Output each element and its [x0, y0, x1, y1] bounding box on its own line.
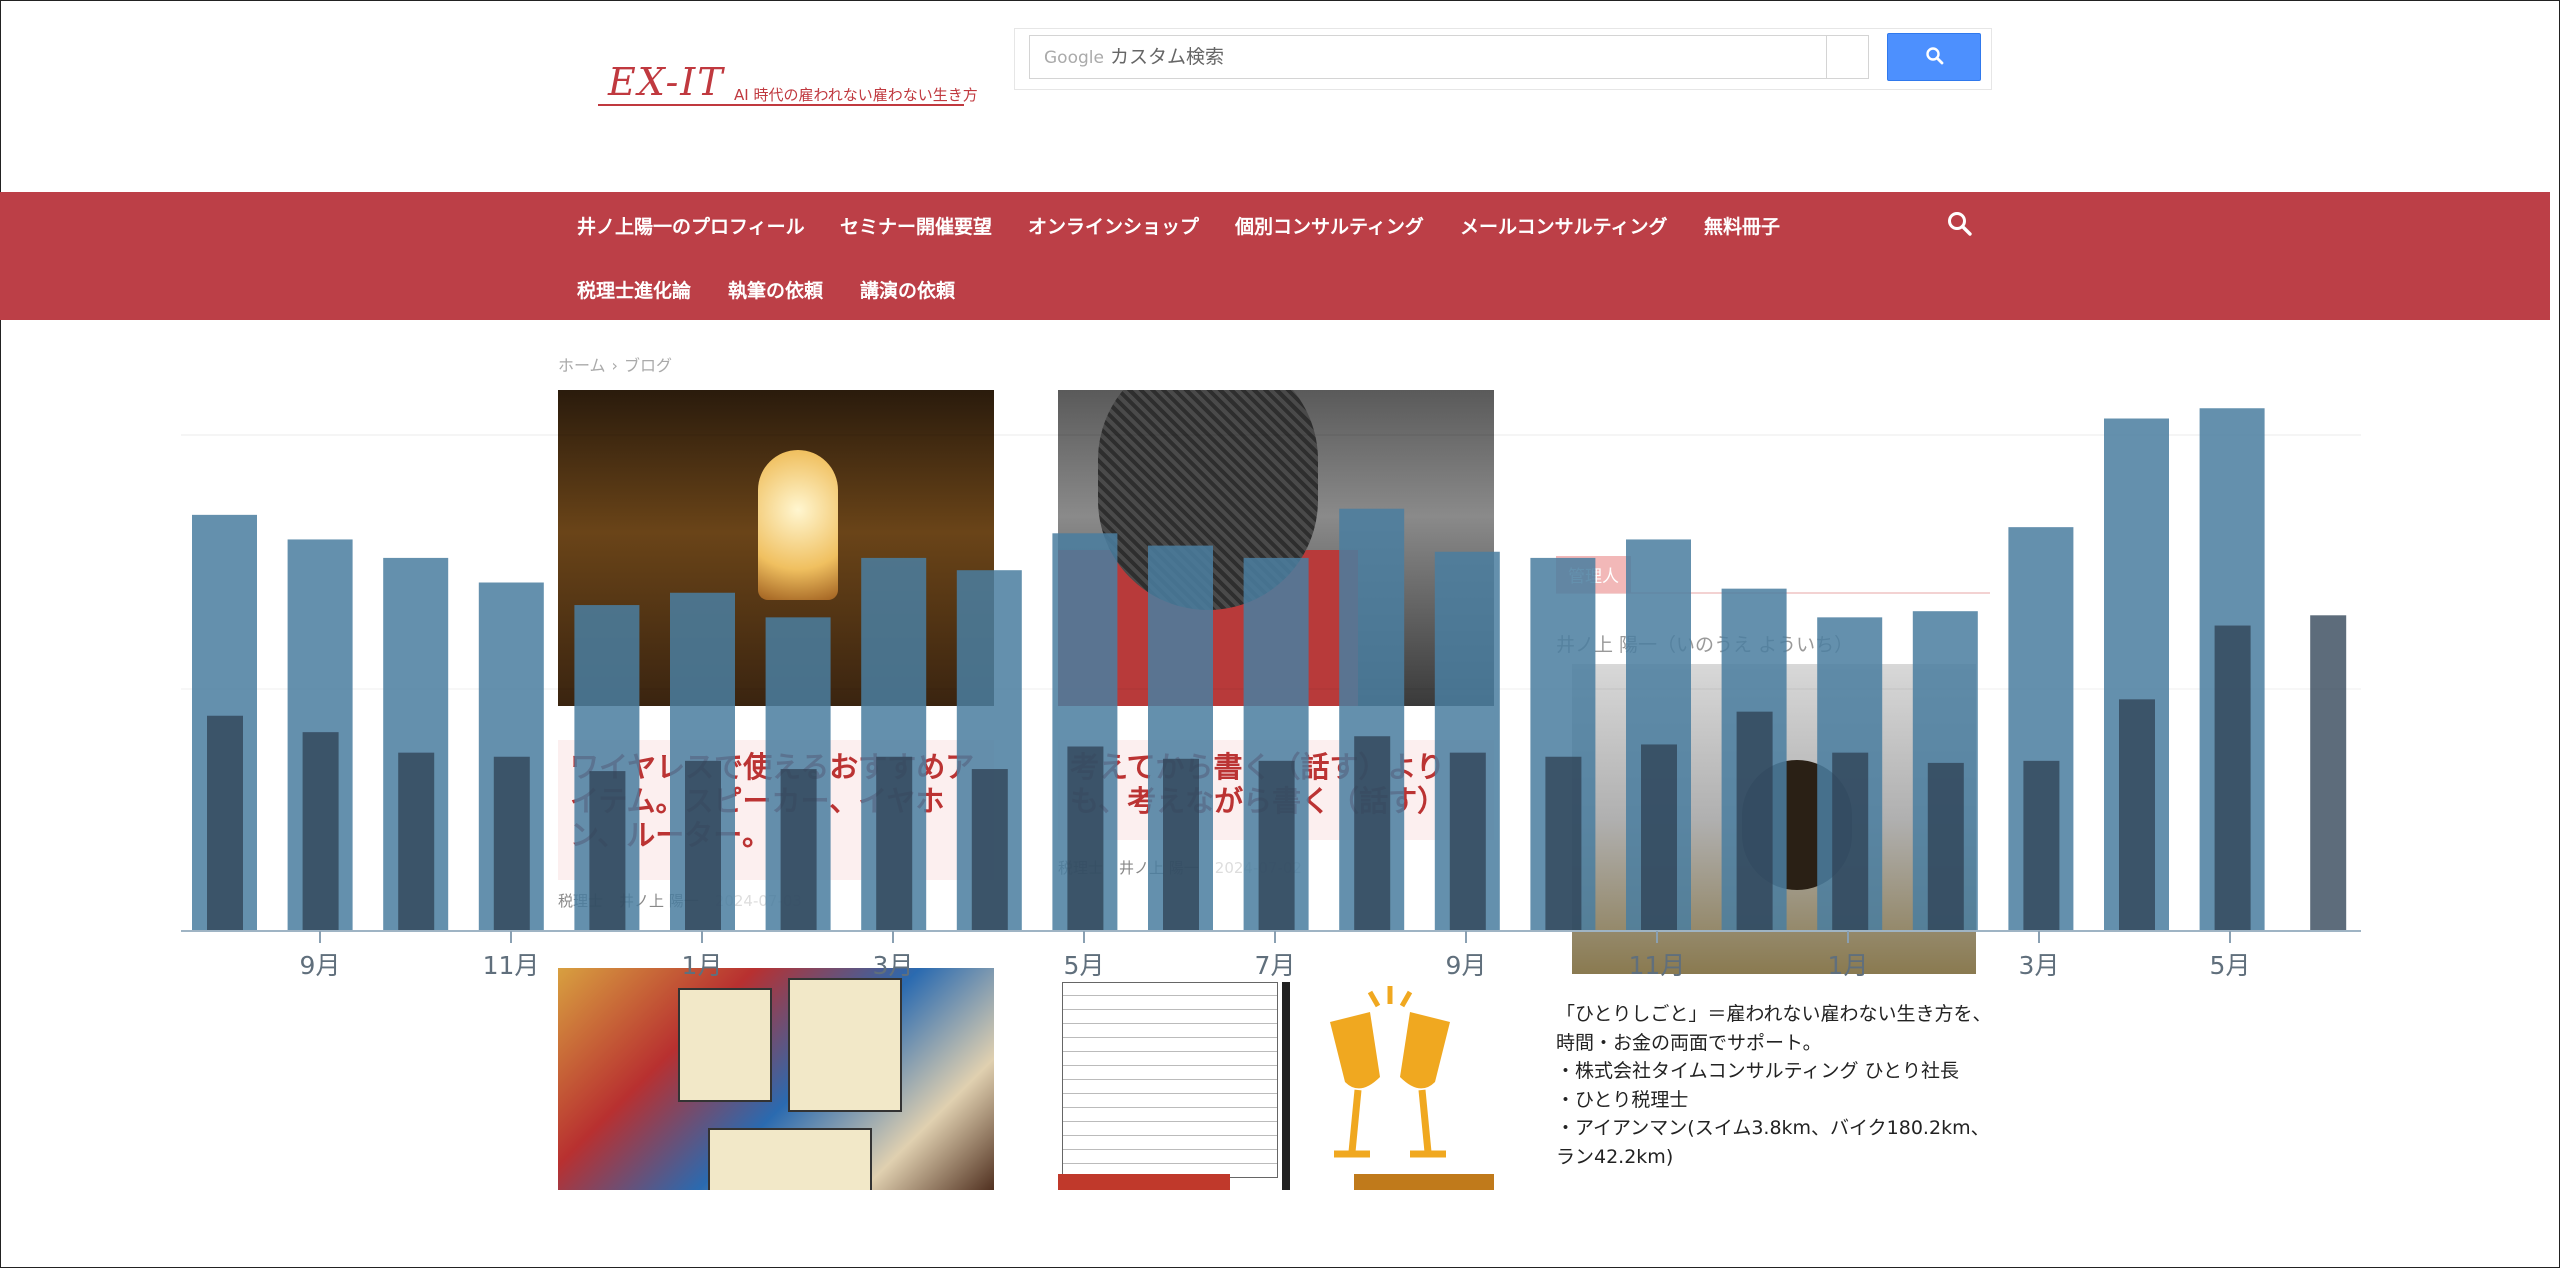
book-cover — [788, 978, 902, 1112]
thumbnail-bar — [1354, 1174, 1494, 1190]
breadcrumb: ホーム › ブログ — [558, 352, 678, 376]
bio-line: 時間・お金の両面でサポート。 — [1556, 1031, 1822, 1054]
bio-line: ・アイアンマン(スイム3.8km、バイク180.2km、 — [1556, 1117, 1990, 1139]
bio-line: ・株式会社タイムコンサルティング ひとり社長 — [1556, 1060, 1959, 1082]
sidebar-heading-label: 管理人 — [1556, 556, 1631, 593]
breadcrumb-current: ブログ — [623, 356, 672, 375]
main-nav: 井ノ上陽一のプロフィール セミナー開催要望 オンラインショップ 個別コンサルティ… — [0, 192, 2550, 320]
mic-shape — [1098, 390, 1318, 610]
nav-item-writing-request[interactable]: 執筆の依頼 — [728, 276, 823, 303]
site-logo[interactable]: EX-IT AI 時代の雇われない雇わない生き方 — [598, 60, 978, 112]
nav-item-profile[interactable]: 井ノ上陽一のプロフィール — [577, 212, 805, 239]
post-author[interactable]: 井ノ上 陽一 — [619, 892, 699, 910]
search-button[interactable] — [1887, 33, 1981, 81]
logo-title: EX-IT — [608, 60, 725, 104]
breadcrumb-home[interactable]: ホーム — [558, 356, 606, 375]
nav-item-mail-consulting[interactable]: メールコンサルティング — [1460, 212, 1667, 239]
post-thumbnail-microphone[interactable] — [1058, 390, 1494, 706]
nav-item-lecture-request[interactable]: 講演の依頼 — [860, 276, 955, 303]
champagne-glasses-icon — [1330, 986, 1450, 1158]
search-icon — [1926, 47, 1944, 65]
admin-photo — [1572, 664, 1976, 974]
nav-item-shop[interactable]: オンラインショップ — [1028, 212, 1199, 239]
admin-bio: 「ひとりしごと」＝雇われない雇わない生き方を、 時間・お金の両面でサポート。 ・… — [1556, 1000, 1996, 1171]
nav-item-free-booklet[interactable]: 無料冊子 — [1704, 212, 1780, 239]
bio-line: 「ひとりしごと」＝雇われない雇わない生き方を、 — [1556, 1003, 1992, 1025]
post-author[interactable]: 井ノ上 陽一 — [1119, 859, 1199, 877]
post-thumbnail-lamp[interactable] — [558, 390, 994, 706]
post-category[interactable]: 税理士 — [1058, 859, 1103, 877]
post-meta: 税理士 井ノ上 陽一 2024-07-02 — [1058, 857, 1302, 878]
logo-tagline: AI 時代の雇われない雇わない生き方 — [734, 86, 978, 104]
search-input[interactable]: Google カスタム検索 — [1029, 35, 1827, 79]
book-cover — [678, 988, 772, 1102]
post-title[interactable]: ワイヤレスで使えるおすすめアイテム。スピーカー、イヤホン、ルーター。 — [558, 740, 994, 880]
toast-panel — [1282, 982, 1494, 1190]
nav-search-button[interactable] — [1946, 210, 1974, 238]
bio-line: ・ひとり税理士 — [1556, 1088, 1689, 1111]
custom-search: Google カスタム検索 — [1014, 28, 1992, 90]
admin-face — [1742, 760, 1852, 890]
nav-item-consulting[interactable]: 個別コンサルティング — [1235, 212, 1424, 239]
admin-name: 井ノ上 陽一（いのうえ よういち） — [1556, 634, 1854, 656]
search-clear-area[interactable] — [1827, 35, 1869, 79]
post-meta: 税理士 井ノ上 陽一 2024-07-03 — [558, 890, 802, 911]
thumbnail-bar — [1058, 1174, 1230, 1190]
nav-item-tax-evolution[interactable]: 税理士進化論 — [577, 276, 691, 303]
post-thumbnail-books[interactable] — [558, 968, 994, 1190]
logo-underline — [598, 104, 964, 106]
post-date: 2024-07-02 — [1214, 859, 1302, 877]
search-placeholder: カスタム検索 — [1109, 46, 1224, 68]
book-cover — [708, 1128, 872, 1190]
post-category[interactable]: 税理士 — [558, 892, 603, 910]
post-date: 2024-07-03 — [714, 892, 802, 910]
search-icon — [1948, 212, 1972, 236]
bio-line: ラン42.2km) — [1556, 1145, 1674, 1168]
post-thumbnail-document[interactable] — [1058, 968, 1494, 1190]
google-label: Google — [1044, 48, 1104, 68]
lamp-shape — [758, 450, 838, 600]
nav-item-seminar[interactable]: セミナー開催要望 — [840, 212, 992, 239]
post-title[interactable]: 考えてから書く（話す）よりも、考えながら書く（話す） — [1058, 740, 1494, 840]
sidebar-heading: 管理人 — [1556, 556, 1990, 594]
breadcrumb-separator: › — [611, 356, 618, 375]
tax-form-image — [1062, 982, 1278, 1178]
